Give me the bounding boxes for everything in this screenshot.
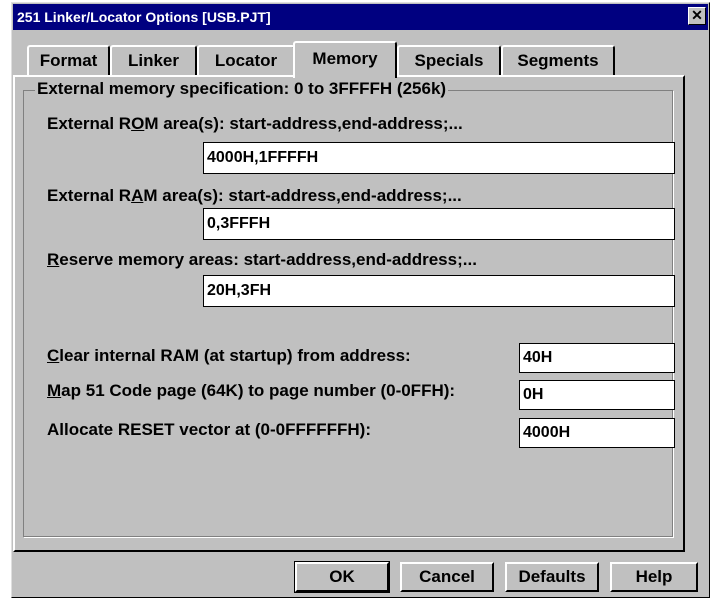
title-bar: 251 Linker/Locator Options [USB.PJT] ✕: [13, 4, 708, 30]
clear-ram-hotkey: C: [47, 346, 60, 365]
clear-ram-label-post: lear internal RAM (at startup) from addr…: [59, 346, 411, 365]
tab-linker[interactable]: Linker: [110, 45, 197, 76]
tab-locator[interactable]: Locator: [197, 45, 295, 76]
clear-ram-label: Clear internal RAM (at startup) from add…: [47, 345, 411, 367]
help-button[interactable]: Help: [610, 562, 698, 592]
map51-label: Map 51 Code page (64K) to page number (0…: [47, 380, 455, 402]
map51-hotkey: M: [47, 381, 62, 400]
tab-format[interactable]: Format: [27, 45, 110, 76]
external-ram-input[interactable]: 0,3FFFH: [203, 208, 675, 240]
tab-segments-label: Segments: [517, 51, 599, 70]
reset-vector-input[interactable]: 4000H: [519, 418, 675, 448]
cancel-button[interactable]: Cancel: [400, 562, 494, 592]
clear-ram-input[interactable]: 40H: [519, 343, 675, 373]
tab-memory-label: Memory: [312, 49, 378, 68]
reserve-memory-input[interactable]: 20H,3FH: [203, 275, 675, 307]
ok-button[interactable]: OK: [294, 561, 390, 593]
external-rom-label: External ROM area(s): start-address,end-…: [47, 113, 463, 135]
defaults-button[interactable]: Defaults: [505, 562, 599, 592]
ram-label-post: M area(s): start-address,end-address;...: [143, 186, 462, 205]
reset-vector-label: Allocate RESET vector at (0-0FFFFFFH):: [47, 420, 371, 439]
ram-label-pre: External R: [47, 186, 132, 205]
map51-label-post: ap 51 Code page (64K) to page number (0-…: [61, 381, 456, 400]
rom-label-pre: External R: [47, 114, 132, 133]
tab-memory[interactable]: Memory: [293, 41, 397, 78]
tab-format-label: Format: [39, 51, 98, 70]
window-title: 251 Linker/Locator Options [USB.PJT]: [17, 9, 271, 25]
reserve-label-post: eserve memory areas: start-address,end-a…: [59, 250, 477, 269]
tab-segments[interactable]: Segments: [501, 45, 615, 76]
reserve-memory-label: Reserve memory areas: start-address,end-…: [47, 249, 477, 271]
external-rom-input[interactable]: 4000H,1FFFFH: [203, 142, 675, 174]
ram-label-hotkey: A: [131, 186, 144, 205]
map51-input[interactable]: 0H: [519, 380, 675, 410]
group-title: External memory specification: 0 to 3FFF…: [35, 78, 449, 100]
reserve-label-hotkey: R: [47, 250, 60, 269]
tab-locator-label: Locator: [214, 51, 278, 70]
close-icon[interactable]: ✕: [688, 7, 706, 25]
rom-label-post: M area(s): start-address,end-address;...: [144, 114, 463, 133]
tab-specials[interactable]: Specials: [397, 45, 501, 76]
tab-linker-label: Linker: [127, 51, 180, 70]
rom-label-hotkey: O: [131, 114, 145, 133]
tab-specials-label: Specials: [414, 51, 484, 70]
external-ram-label: External RAM area(s): start-address,end-…: [47, 185, 462, 207]
